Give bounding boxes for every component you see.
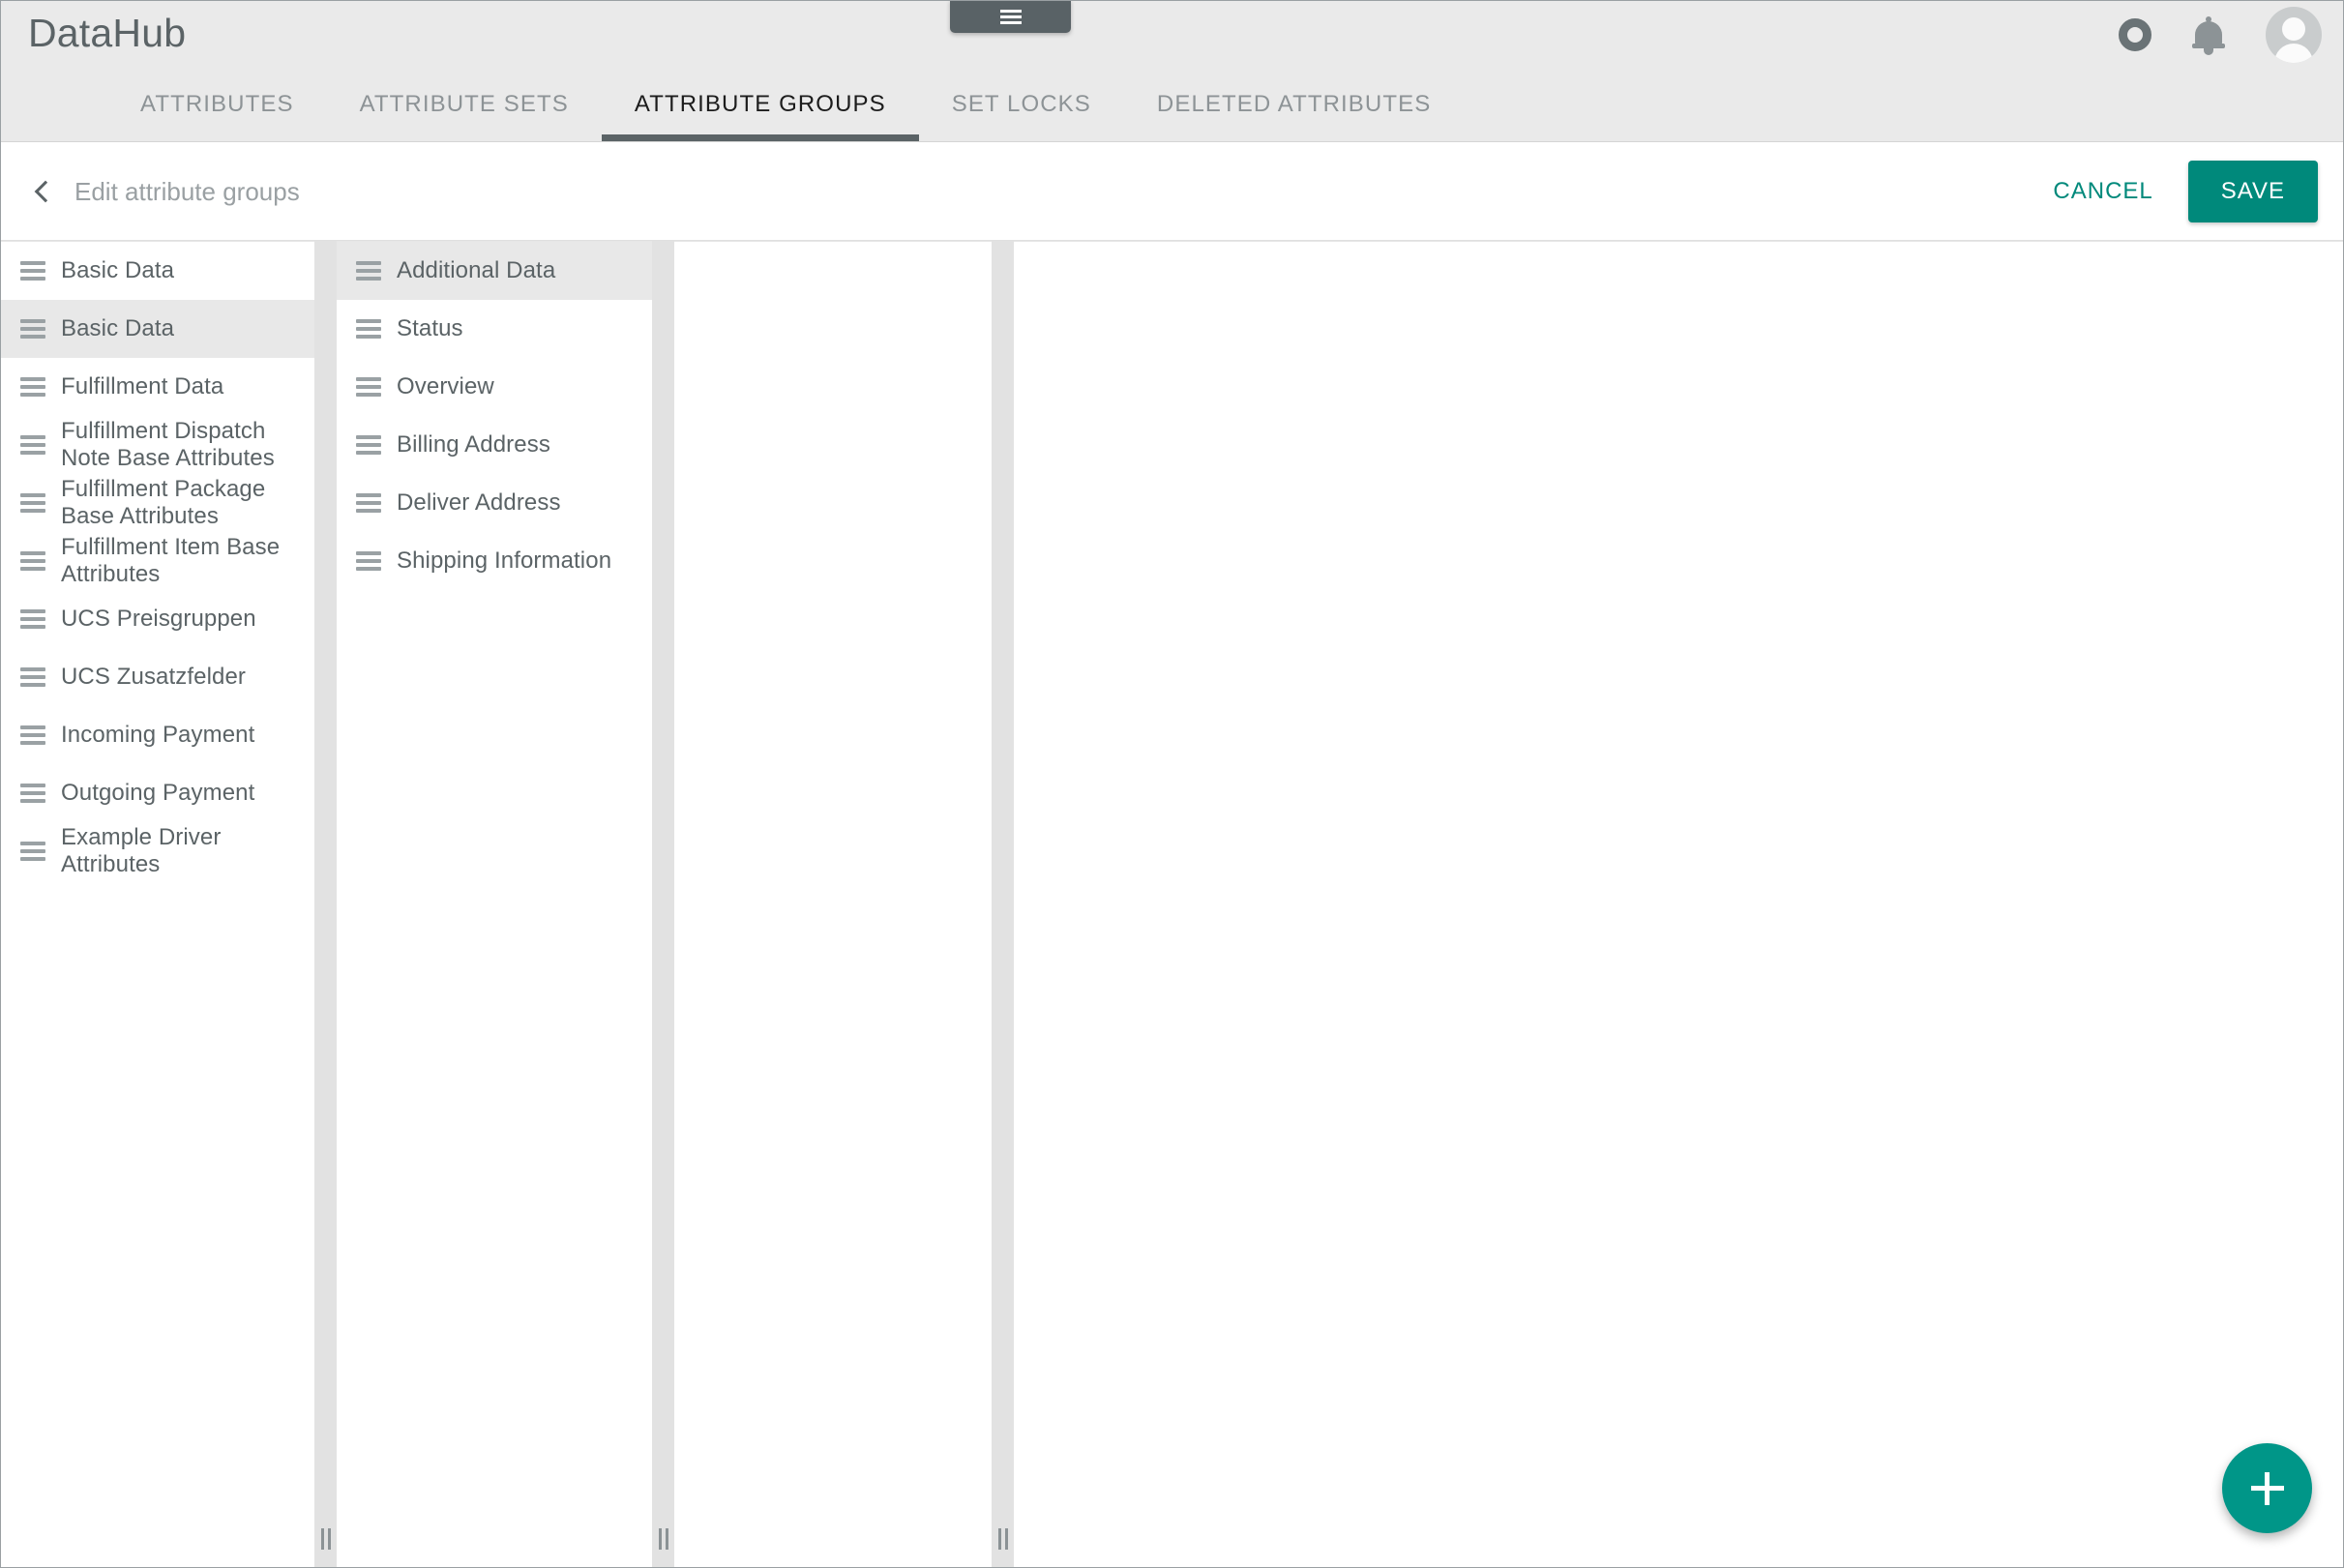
list-item-label: Example Driver Attributes [61, 823, 222, 877]
main-tabs: ATTRIBUTES ATTRIBUTE SETS ATTRIBUTE GROU… [107, 91, 1464, 141]
tab-set-locks[interactable]: SET LOCKS [919, 91, 1124, 141]
list-item-label: Deliver Address [397, 488, 561, 516]
list-item-label: Incoming Payment [61, 721, 255, 748]
app-header: DataHub ATTRIBUTES ATTRIBUTE SETS ATTRIB… [1, 1, 2343, 142]
application-window: DataHub ATTRIBUTES ATTRIBUTE SETS ATTRIB… [0, 0, 2344, 1568]
column-resizer-1[interactable] [314, 241, 337, 1567]
list-item-label: UCS Preisgruppen [61, 605, 256, 632]
drag-handle-icon[interactable] [20, 725, 45, 745]
list-item[interactable]: Fulfillment Data [1, 358, 314, 416]
drag-handle-icon[interactable] [356, 435, 381, 455]
list-item[interactable]: UCS Zusatzfelder [1, 648, 314, 706]
list-item[interactable]: Basic Data [1, 300, 314, 358]
list-item-label: Additional Data [397, 256, 556, 283]
list-item[interactable]: Shipping Information [337, 532, 652, 590]
list-item-label: Basic Data [61, 256, 175, 283]
list-item[interactable]: Fulfillment Item Base Attributes [1, 532, 314, 590]
save-button[interactable]: SAVE [2187, 161, 2318, 222]
tab-attribute-sets[interactable]: ATTRIBUTE SETS [327, 91, 602, 141]
list-item-label: Basic Data [61, 314, 175, 341]
list-item[interactable]: Deliver Address [337, 474, 652, 532]
drag-handle-icon[interactable] [20, 377, 45, 397]
drag-handle-icon[interactable] [20, 435, 45, 455]
column-attribute-groups: Basic Data Basic Data Fulfillment Data F… [1, 241, 314, 1567]
drag-handle-icon[interactable] [356, 261, 381, 281]
drag-handle-icon[interactable] [20, 842, 45, 861]
list-item[interactable]: Basic Data [1, 242, 314, 300]
hamburger-menu-tab[interactable] [950, 1, 1071, 33]
app-title: DataHub [28, 11, 187, 55]
back-button[interactable]: Edit attribute groups [32, 142, 300, 241]
tab-label: ATTRIBUTE SETS [359, 91, 569, 117]
tab-label: ATTRIBUTES [140, 91, 294, 117]
drag-handle-icon[interactable] [20, 261, 45, 281]
column-attributes-empty [674, 241, 992, 1567]
add-attribute-group-fab[interactable] [2222, 1443, 2312, 1533]
drag-handle-icon[interactable] [20, 784, 45, 803]
tab-label: ATTRIBUTE GROUPS [634, 91, 886, 117]
cancel-button[interactable]: CANCEL [2039, 164, 2166, 219]
list-item-label: Outgoing Payment [61, 779, 255, 806]
column1-list: Basic Data Basic Data Fulfillment Data F… [1, 242, 314, 880]
list-item[interactable]: Fulfillment Dispatch Note Base Attribute… [1, 416, 314, 474]
header-icon-group [2119, 7, 2322, 63]
column-resizer-3[interactable] [992, 241, 1014, 1567]
chevron-left-icon [34, 180, 57, 203]
list-item-label: Status [397, 314, 463, 341]
list-item[interactable]: Additional Data [337, 242, 652, 300]
list-item[interactable]: Status [337, 300, 652, 358]
list-item-label: Fulfillment Dispatch Note Base Attribute… [61, 417, 275, 471]
tab-deleted-attributes[interactable]: DELETED ATTRIBUTES [1124, 91, 1464, 141]
list-item-label: Overview [397, 372, 494, 399]
list-item-label: Fulfillment Item Base Attributes [61, 533, 281, 587]
page-title: Edit attribute groups [74, 176, 300, 206]
plus-icon [2265, 1471, 2270, 1505]
tab-attributes[interactable]: ATTRIBUTES [107, 91, 327, 141]
drag-handle-icon[interactable] [20, 551, 45, 571]
list-item-label: Fulfillment Package Base Attributes [61, 475, 266, 529]
resize-grip-icon [992, 1528, 1014, 1550]
column-resizer-2[interactable] [652, 241, 674, 1567]
list-item[interactable]: Billing Address [337, 416, 652, 474]
list-item-label: Billing Address [397, 430, 550, 458]
list-item[interactable]: Outgoing Payment [1, 764, 314, 822]
drag-handle-icon[interactable] [356, 493, 381, 513]
list-item-label: UCS Zusatzfelder [61, 663, 246, 690]
column2-list: Additional Data Status Overview Billing … [337, 242, 652, 590]
list-item[interactable]: Incoming Payment [1, 706, 314, 764]
drag-handle-icon[interactable] [20, 609, 45, 629]
user-avatar[interactable] [2266, 7, 2322, 63]
notifications-bell-icon[interactable] [2192, 15, 2225, 55]
drag-handle-icon[interactable] [20, 667, 45, 687]
column-detail-empty [1014, 241, 2343, 1567]
attribute-group-columns: Basic Data Basic Data Fulfillment Data F… [1, 241, 2343, 1567]
action-buttons: CANCEL SAVE [2039, 142, 2318, 241]
resize-grip-icon [314, 1528, 337, 1550]
edit-action-bar: Edit attribute groups CANCEL SAVE [1, 142, 2343, 241]
list-item[interactable]: Example Driver Attributes [1, 822, 314, 880]
list-item[interactable]: Overview [337, 358, 652, 416]
hamburger-icon [999, 9, 1022, 24]
tab-attribute-groups[interactable]: ATTRIBUTE GROUPS [601, 91, 919, 141]
record-ring-icon[interactable] [2119, 18, 2151, 51]
drag-handle-icon[interactable] [356, 377, 381, 397]
drag-handle-icon[interactable] [20, 493, 45, 513]
drag-handle-icon[interactable] [20, 319, 45, 339]
column-attribute-subgroups: Additional Data Status Overview Billing … [337, 241, 652, 1567]
list-item-label: Shipping Information [397, 547, 612, 574]
list-item[interactable]: UCS Preisgruppen [1, 590, 314, 648]
drag-handle-icon[interactable] [356, 551, 381, 571]
list-item-label: Fulfillment Data [61, 372, 224, 399]
list-item[interactable]: Fulfillment Package Base Attributes [1, 474, 314, 532]
resize-grip-icon [652, 1528, 674, 1550]
tab-label: DELETED ATTRIBUTES [1156, 91, 1432, 117]
drag-handle-icon[interactable] [356, 319, 381, 339]
tab-label: SET LOCKS [951, 91, 1091, 117]
